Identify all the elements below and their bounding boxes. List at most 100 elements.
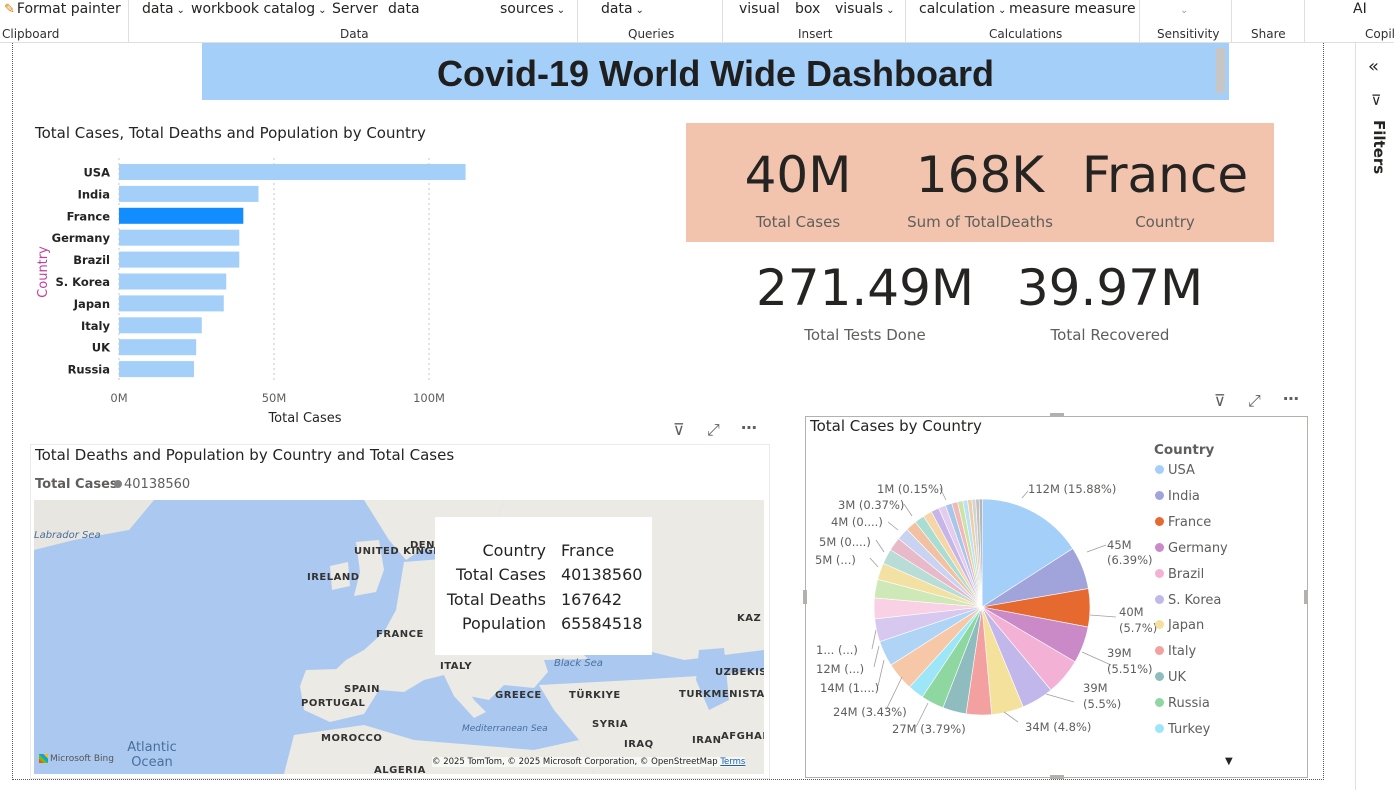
bing-logo: Microsoft Bing [39,754,114,764]
legend-item-russia[interactable]: Russia [1155,696,1210,711]
bar-series [119,164,466,378]
recent-sources-button[interactable]: sources ⌄ [500,1,565,17]
group-label-share: Share [1251,27,1286,41]
legend-label: UK [1168,670,1187,686]
collapse-filters-icon[interactable]: « [1368,56,1379,77]
bar-uk[interactable] [119,339,197,356]
legend-item-france[interactable]: France [1155,515,1211,530]
pie-data-label: 1... (...) [816,643,858,657]
workbook-catalog-button[interactable]: workbook catalog ⌄ [191,1,327,17]
resize-handle[interactable] [1050,775,1064,779]
map-legend-item: 40138560 [114,477,190,492]
text-box-button[interactable]: box [795,1,820,17]
group-label-insert: Insert [798,27,833,41]
pie-leader-line [1003,711,1019,723]
map-canvas[interactable]: Labrador Sea UNITED KINGDOM IRELAND DENM… [34,500,764,774]
enter-data-button[interactable]: data [388,1,420,17]
bar-brazil[interactable] [119,251,240,268]
bar-russia[interactable] [119,361,195,378]
bar-italy[interactable] [119,317,202,334]
legend-item-s-korea[interactable]: S. Korea [1155,593,1221,608]
title-scrollbar[interactable] [1216,48,1225,93]
legend-scroll-down-icon[interactable]: ▼ [1225,756,1233,767]
pie-more-options-icon[interactable]: ⋯ [1283,389,1299,408]
group-label-sensitivity: Sensitivity [1157,27,1220,41]
legend-dot-icon [1155,542,1164,552]
bar-japan[interactable] [119,295,224,312]
legend-item-italy[interactable]: Italy [1155,644,1196,659]
tooltip-value: 167642 [561,590,623,609]
bar-chart[interactable]: USA India France Germany Brazil S. Korea Japan… [20,150,490,430]
more-visuals-button[interactable]: visuals ⌄ [835,1,895,17]
chevron-down-icon: ⌄ [1180,5,1189,16]
map-label-kazakhstan: KAZ [737,613,762,624]
pie-slices [873,498,1091,716]
map-label-france: FRANCE [376,629,424,640]
legend-item-turkey[interactable]: Turkey [1155,722,1210,737]
map-attribution: © 2025 TomTom, © 2025 Microsoft Corporat… [432,757,746,767]
bar-x-axis-title: Total Cases [267,411,341,426]
bar-s-korea[interactable] [119,273,227,290]
format-painter-button[interactable]: ✎ Format painter [4,1,121,17]
resize-handle[interactable] [1304,590,1308,604]
kpi-total-cases-label: Total Cases [755,213,841,231]
legend-label: S. Korea [1168,592,1222,608]
legend-item-japan[interactable]: Japan [1155,618,1204,633]
map-filter-icon[interactable]: ⊽ [673,420,685,439]
new-visual-button[interactable]: visual [739,1,780,17]
dashboard-title-box[interactable]: Covid-19 World Wide Dashboard [202,43,1229,100]
legend-item-usa[interactable]: USA [1155,463,1195,478]
legend-label: Brazil [1168,566,1205,582]
filters-pane-label[interactable]: Filters [1370,120,1388,174]
legend-label: Germany [1168,540,1228,556]
legend-item-india[interactable]: India [1155,489,1200,504]
pie-data-label: 5M (...) [815,553,856,567]
legend-dot-icon [1155,724,1164,733]
chevron-down-icon: ⌄ [318,5,327,16]
chevron-down-icon: ⌄ [886,5,895,16]
map-label-syria: SYRIA [592,719,629,730]
bar-germany[interactable] [119,229,240,246]
pie-leader-line [1089,614,1117,618]
group-label-clipboard: Clipboard [2,27,60,41]
sql-server-button[interactable]: Server [332,1,378,17]
ribbon-separator [1231,0,1232,42]
ai-button[interactable]: AI [1353,1,1367,17]
legend-item-germany[interactable]: Germany [1155,541,1228,556]
bar-tick-label: 100M [413,391,445,405]
pie-leader-line [875,539,885,553]
bar-category-label: USA [83,166,110,180]
legend-item-brazil[interactable]: Brazil [1155,567,1204,582]
legend-label: Turkey [1168,722,1211,737]
sensitivity-dropdown[interactable]: ⌄ [1177,1,1188,17]
resize-handle[interactable] [1050,413,1064,417]
bar-france[interactable] [119,207,244,224]
pie-filter-icon[interactable]: ⊽ [1214,391,1226,410]
quick-calculation-button[interactable]: calculation ⌄ [919,1,1006,17]
ribbon: ✎ Format painter data ⌄ workbook catalog ⌄ … [0,0,1394,43]
map-title: Total Deaths and Population by Country a… [35,446,455,464]
kpi-recovered-label: Total Recovered [1050,326,1170,344]
get-data-button[interactable]: data ⌄ [142,1,185,17]
bar-category-label: France [67,209,111,223]
page-title: Covid-19 World Wide Dashboard [436,53,995,94]
chevron-down-icon: ⌄ [176,5,185,16]
brush-icon: ✎ [4,2,15,17]
legend-dot-icon [1155,568,1164,578]
bar-usa[interactable] [119,164,466,180]
new-measure-button[interactable]: measure measure [1009,1,1136,17]
group-label-calculations: Calculations [989,27,1063,41]
pie-focus-mode-icon[interactable]: ⤢ [1248,391,1261,411]
chevron-down-icon: ⌄ [998,5,1007,16]
pie-data-label: 1M (0.15%) [877,482,944,496]
pie-data-label: 5M (0....) [819,535,871,549]
map-legend-title: Total Cases [35,477,118,492]
bar-category-label: India [78,187,110,201]
map-label-greece: GREECE [495,690,542,701]
map-focus-mode-icon[interactable]: ⤢ [707,420,720,440]
map-more-options-icon[interactable]: ⋯ [741,418,757,437]
bar-india[interactable] [119,185,259,202]
transform-data-button[interactable]: data ⌄ [601,1,644,17]
map-terms-link[interactable]: Terms [720,757,745,767]
legend-item-uk[interactable]: UK [1155,670,1186,685]
